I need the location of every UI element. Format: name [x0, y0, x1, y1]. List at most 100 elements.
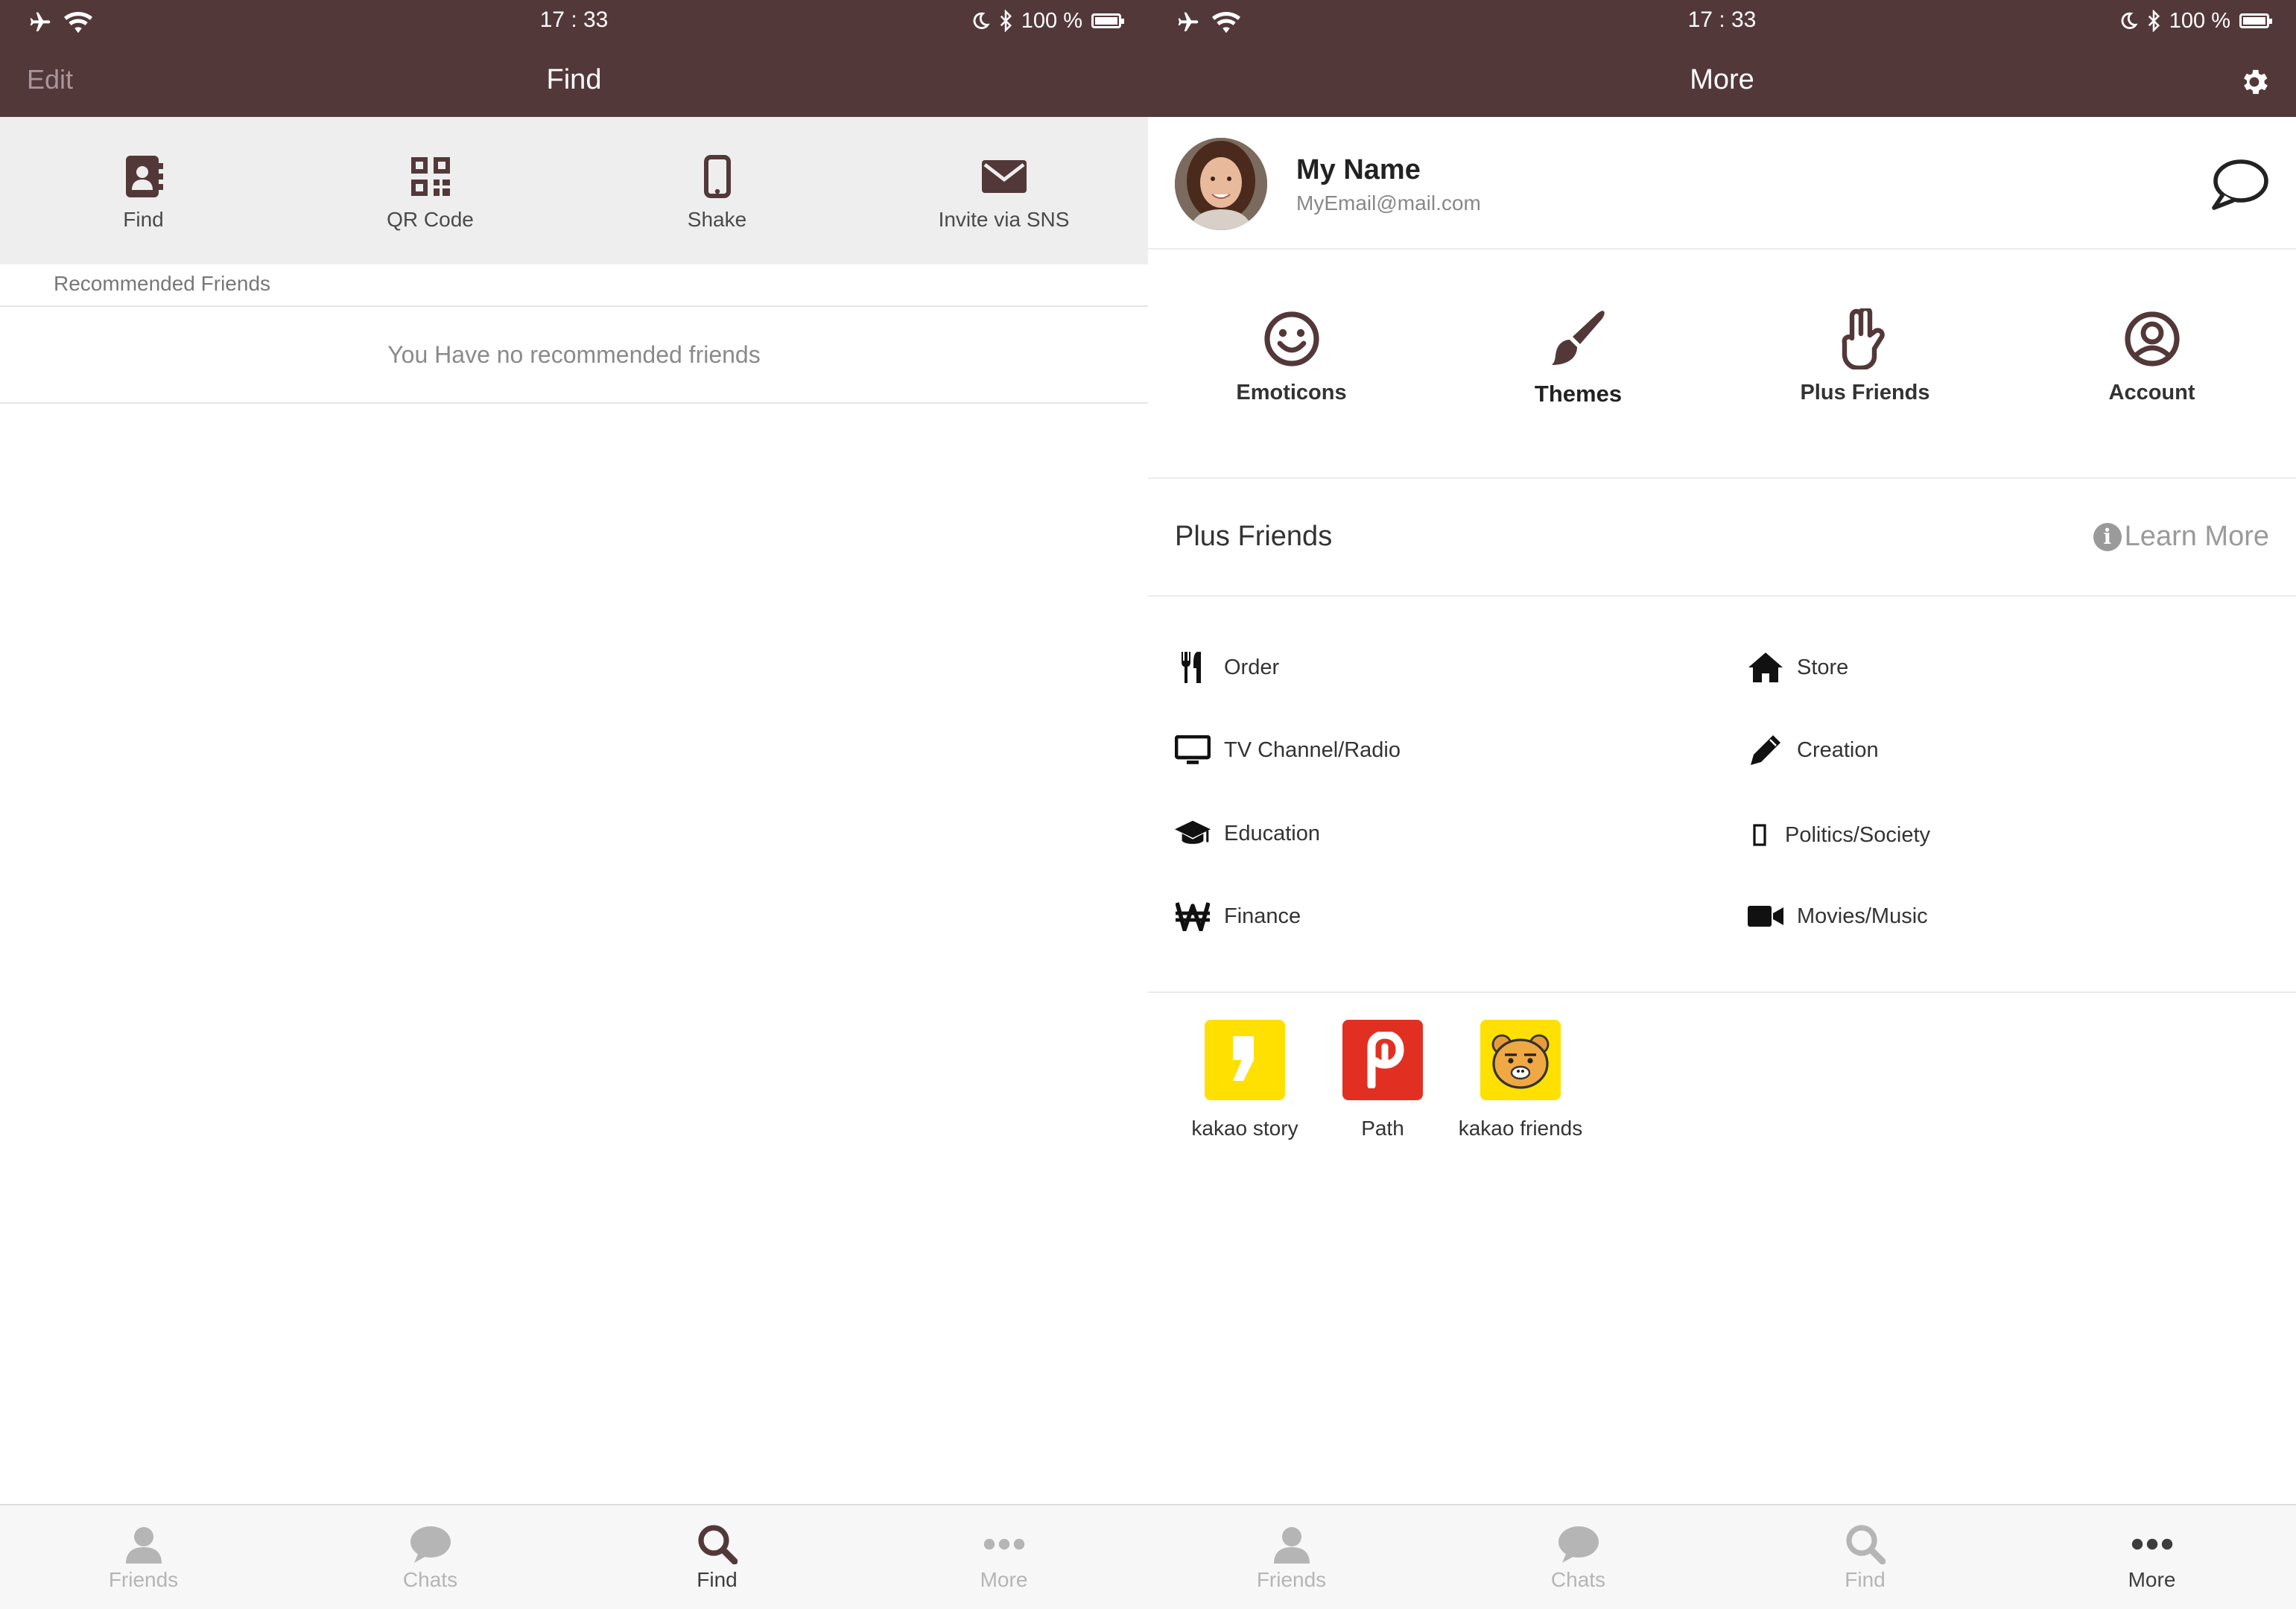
- pencil-icon: [1748, 732, 1783, 768]
- invite-via-sns-button[interactable]: Invite via SNS: [860, 117, 1147, 264]
- category-creation[interactable]: Creation: [1748, 728, 1879, 772]
- plus-friends-button[interactable]: Plus Friends: [1722, 250, 2008, 479]
- contact-book-icon: [121, 154, 166, 199]
- divider: [0, 402, 1148, 404]
- gear-icon: [2244, 69, 2268, 95]
- kakao-friends-icon: [1480, 1020, 1561, 1100]
- top-bar: 17 : 33 100 % Edit Find: [0, 0, 1148, 117]
- quick-label: Account: [2108, 381, 2195, 404]
- emoticons-button[interactable]: Emoticons: [1148, 250, 1435, 479]
- search-icon: [697, 1523, 738, 1565]
- bluetooth-icon: [2148, 10, 2160, 32]
- category-order[interactable]: Order: [1175, 645, 1279, 690]
- page-title: Find: [546, 64, 602, 95]
- home-icon: [1748, 650, 1783, 685]
- app-kakao-story[interactable]: kakao story: [1178, 1020, 1312, 1140]
- qr-code-button[interactable]: QR Code: [287, 117, 574, 264]
- account-button[interactable]: Account: [2008, 250, 2295, 479]
- plus-friends-categories: Order TV Channel/Radio Education Finance: [1148, 597, 2296, 993]
- more-dots-icon: [983, 1523, 1025, 1565]
- tab-bar: Friends Chats Find More: [1148, 1504, 2296, 1609]
- tab-friends[interactable]: Friends: [1148, 1505, 1435, 1609]
- tab-label: Friends: [1256, 1568, 1327, 1591]
- category-store[interactable]: Store: [1748, 645, 1848, 690]
- account-icon: [2121, 308, 2184, 370]
- profile-email: MyEmail@mail.com: [1296, 191, 1481, 215]
- speech-bubble-icon: [2212, 159, 2268, 210]
- app-label: kakao story: [1191, 1117, 1298, 1140]
- my-chat-button[interactable]: [2210, 159, 2269, 212]
- search-icon: [1845, 1523, 1886, 1565]
- learn-more-label: Learn More: [2124, 521, 2269, 552]
- tool-label: Invite via SNS: [938, 208, 1070, 231]
- more-screen: 17 : 33 100 % More My Name MyEmail@mail.: [1148, 0, 2296, 1609]
- monitor-icon: [1175, 732, 1211, 768]
- category-movies-music[interactable]: Movies/Music: [1748, 894, 1928, 939]
- tab-label: Find: [1845, 1568, 1886, 1591]
- app-kakao-friends[interactable]: kakao friends: [1453, 1020, 1588, 1140]
- category-politics-society[interactable]: Politics/Society: [1748, 813, 1930, 857]
- tool-label: Shake: [687, 208, 747, 231]
- find-screen: 17 : 33 100 % Edit Find Find QR Code Sha…: [0, 0, 1148, 1609]
- app-label: Path: [1361, 1117, 1404, 1140]
- category-tv-channel-radio[interactable]: TV Channel/Radio: [1175, 728, 1401, 772]
- chat-icon: [410, 1523, 451, 1565]
- quick-label: Emoticons: [1236, 381, 1347, 404]
- category-label: Creation: [1797, 737, 1879, 762]
- category-label: Order: [1224, 655, 1280, 679]
- tab-chats[interactable]: Chats: [287, 1505, 574, 1609]
- paint-brush-icon: [1547, 308, 1610, 370]
- category-label: Finance: [1224, 904, 1301, 928]
- app-shortcuts: kakao story Path kakao friends: [1148, 993, 2296, 1216]
- battery-icon: [2239, 13, 2272, 28]
- tab-find[interactable]: Find: [574, 1505, 860, 1609]
- smiley-icon: [1260, 308, 1323, 370]
- battery-percent: 100 %: [1021, 8, 1082, 33]
- category-label: Movies/Music: [1797, 904, 1928, 928]
- kakao-story-icon: [1205, 1020, 1285, 1100]
- tab-label: Find: [697, 1568, 738, 1591]
- empty-recommendations-text: You Have no recommended friends: [387, 341, 761, 368]
- divider: [0, 305, 1148, 307]
- battery-icon: [1091, 13, 1124, 28]
- battery-percent: 100 %: [2169, 8, 2230, 33]
- learn-more-link[interactable]: i Learn More: [2093, 521, 2269, 553]
- video-camera-icon: [1748, 898, 1783, 934]
- tab-label: More: [980, 1568, 1028, 1591]
- won-icon: [1175, 898, 1211, 934]
- bluetooth-icon: [1000, 10, 1012, 32]
- info-icon: i: [2093, 522, 2122, 551]
- rectangle-icon: [1748, 817, 1772, 853]
- page-title: More: [1690, 64, 1754, 95]
- envelope-icon: [981, 154, 1027, 199]
- tab-more[interactable]: More: [860, 1505, 1147, 1609]
- status-right: 100 %: [971, 7, 1124, 34]
- recommended-friends-header: Recommended Friends: [54, 272, 271, 295]
- category-finance[interactable]: Finance: [1175, 894, 1301, 939]
- plus-friends-header: Plus Friends i Learn More: [1148, 479, 2296, 597]
- app-label: kakao friends: [1458, 1117, 1583, 1140]
- category-education[interactable]: Education: [1175, 811, 1320, 856]
- tab-label: Chats: [1550, 1568, 1606, 1591]
- tab-friends[interactable]: Friends: [0, 1505, 287, 1609]
- settings-button[interactable]: [2238, 66, 2271, 98]
- category-label: Politics/Society: [1785, 822, 1931, 847]
- path-icon: [1342, 1020, 1423, 1100]
- quick-menu: Emoticons Themes Plus Friends Account: [1148, 250, 2296, 479]
- shake-button[interactable]: Shake: [574, 117, 860, 264]
- quick-label: Plus Friends: [1800, 381, 1930, 404]
- graduation-cap-icon: [1175, 816, 1211, 851]
- app-path[interactable]: Path: [1316, 1020, 1450, 1140]
- profile-name: My Name: [1296, 154, 1421, 185]
- more-dots-icon: [2131, 1523, 2173, 1565]
- find-by-id-button[interactable]: Find: [0, 117, 287, 264]
- tab-chats[interactable]: Chats: [1435, 1505, 1722, 1609]
- section-title: Plus Friends: [1175, 521, 1333, 552]
- avatar[interactable]: [1175, 138, 1267, 230]
- tab-more[interactable]: More: [2008, 1505, 2295, 1609]
- themes-button[interactable]: Themes: [1435, 250, 1722, 479]
- profile-section[interactable]: My Name MyEmail@mail.com: [1148, 117, 2296, 250]
- moon-icon: [2121, 12, 2138, 29]
- tab-find[interactable]: Find: [1722, 1505, 2008, 1609]
- qr-code-icon: [408, 154, 453, 199]
